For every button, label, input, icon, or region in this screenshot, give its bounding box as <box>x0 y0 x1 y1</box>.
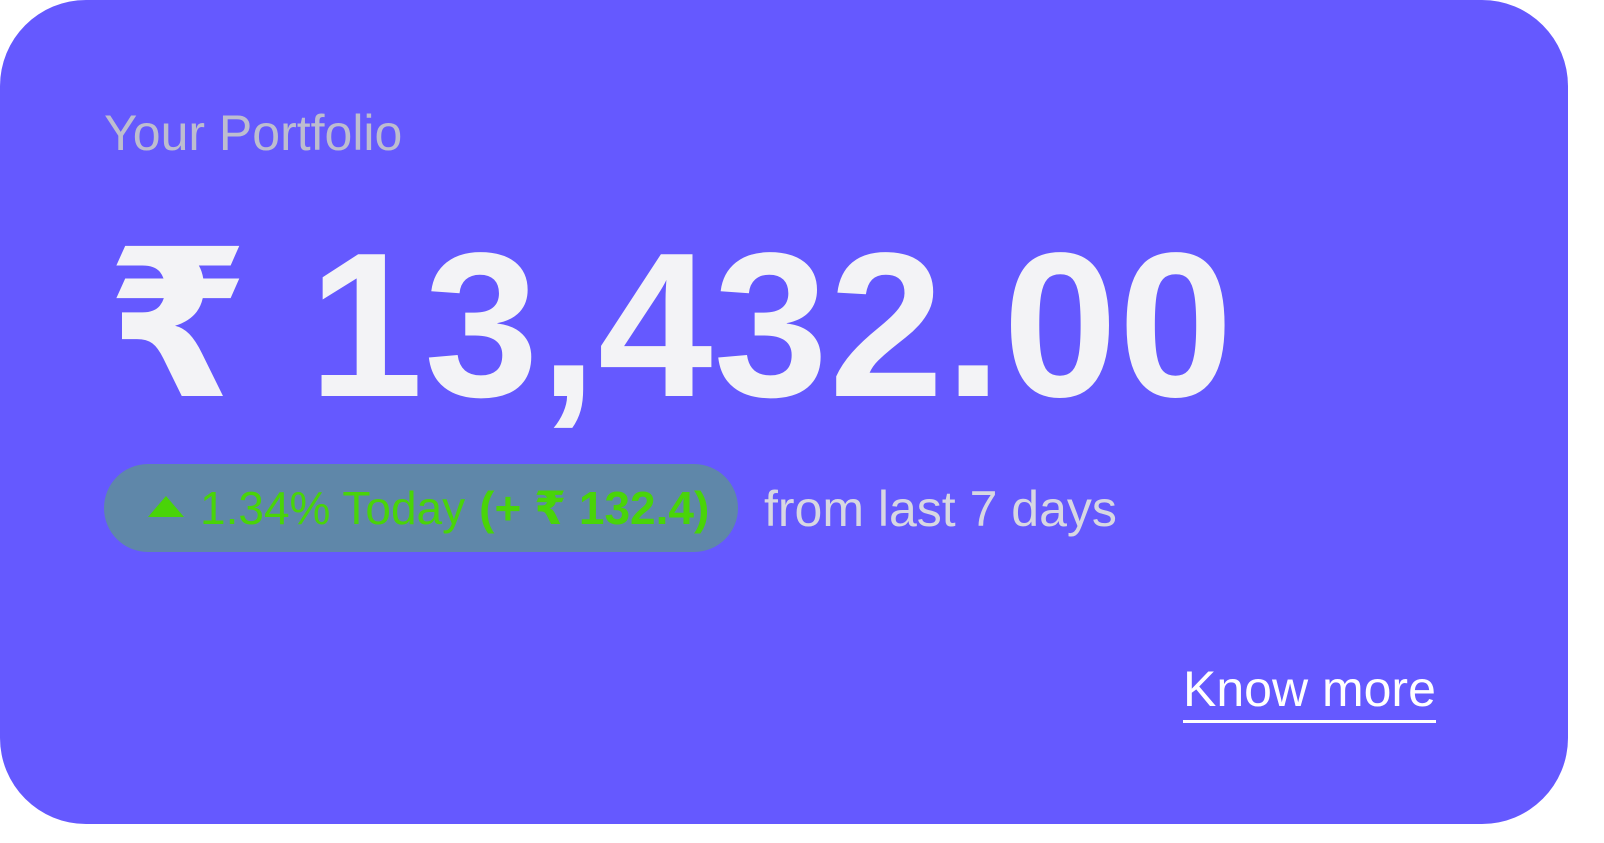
portfolio-card: Your Portfolio ₹ 13,432.00 1.34% Today (… <box>0 0 1568 824</box>
change-badge: 1.34% Today (+ ₹ 132.4) <box>104 464 738 552</box>
change-amount: (+ ₹ 132.4) <box>479 482 710 534</box>
know-more-link[interactable]: Know more <box>1183 664 1436 723</box>
change-period: from last 7 days <box>764 481 1117 537</box>
card-title: Your Portfolio <box>104 105 403 161</box>
arrow-up-icon <box>148 495 184 517</box>
change-percent: 1.34% Today <box>200 482 466 534</box>
portfolio-balance: ₹ 13,432.00 <box>106 210 1235 440</box>
